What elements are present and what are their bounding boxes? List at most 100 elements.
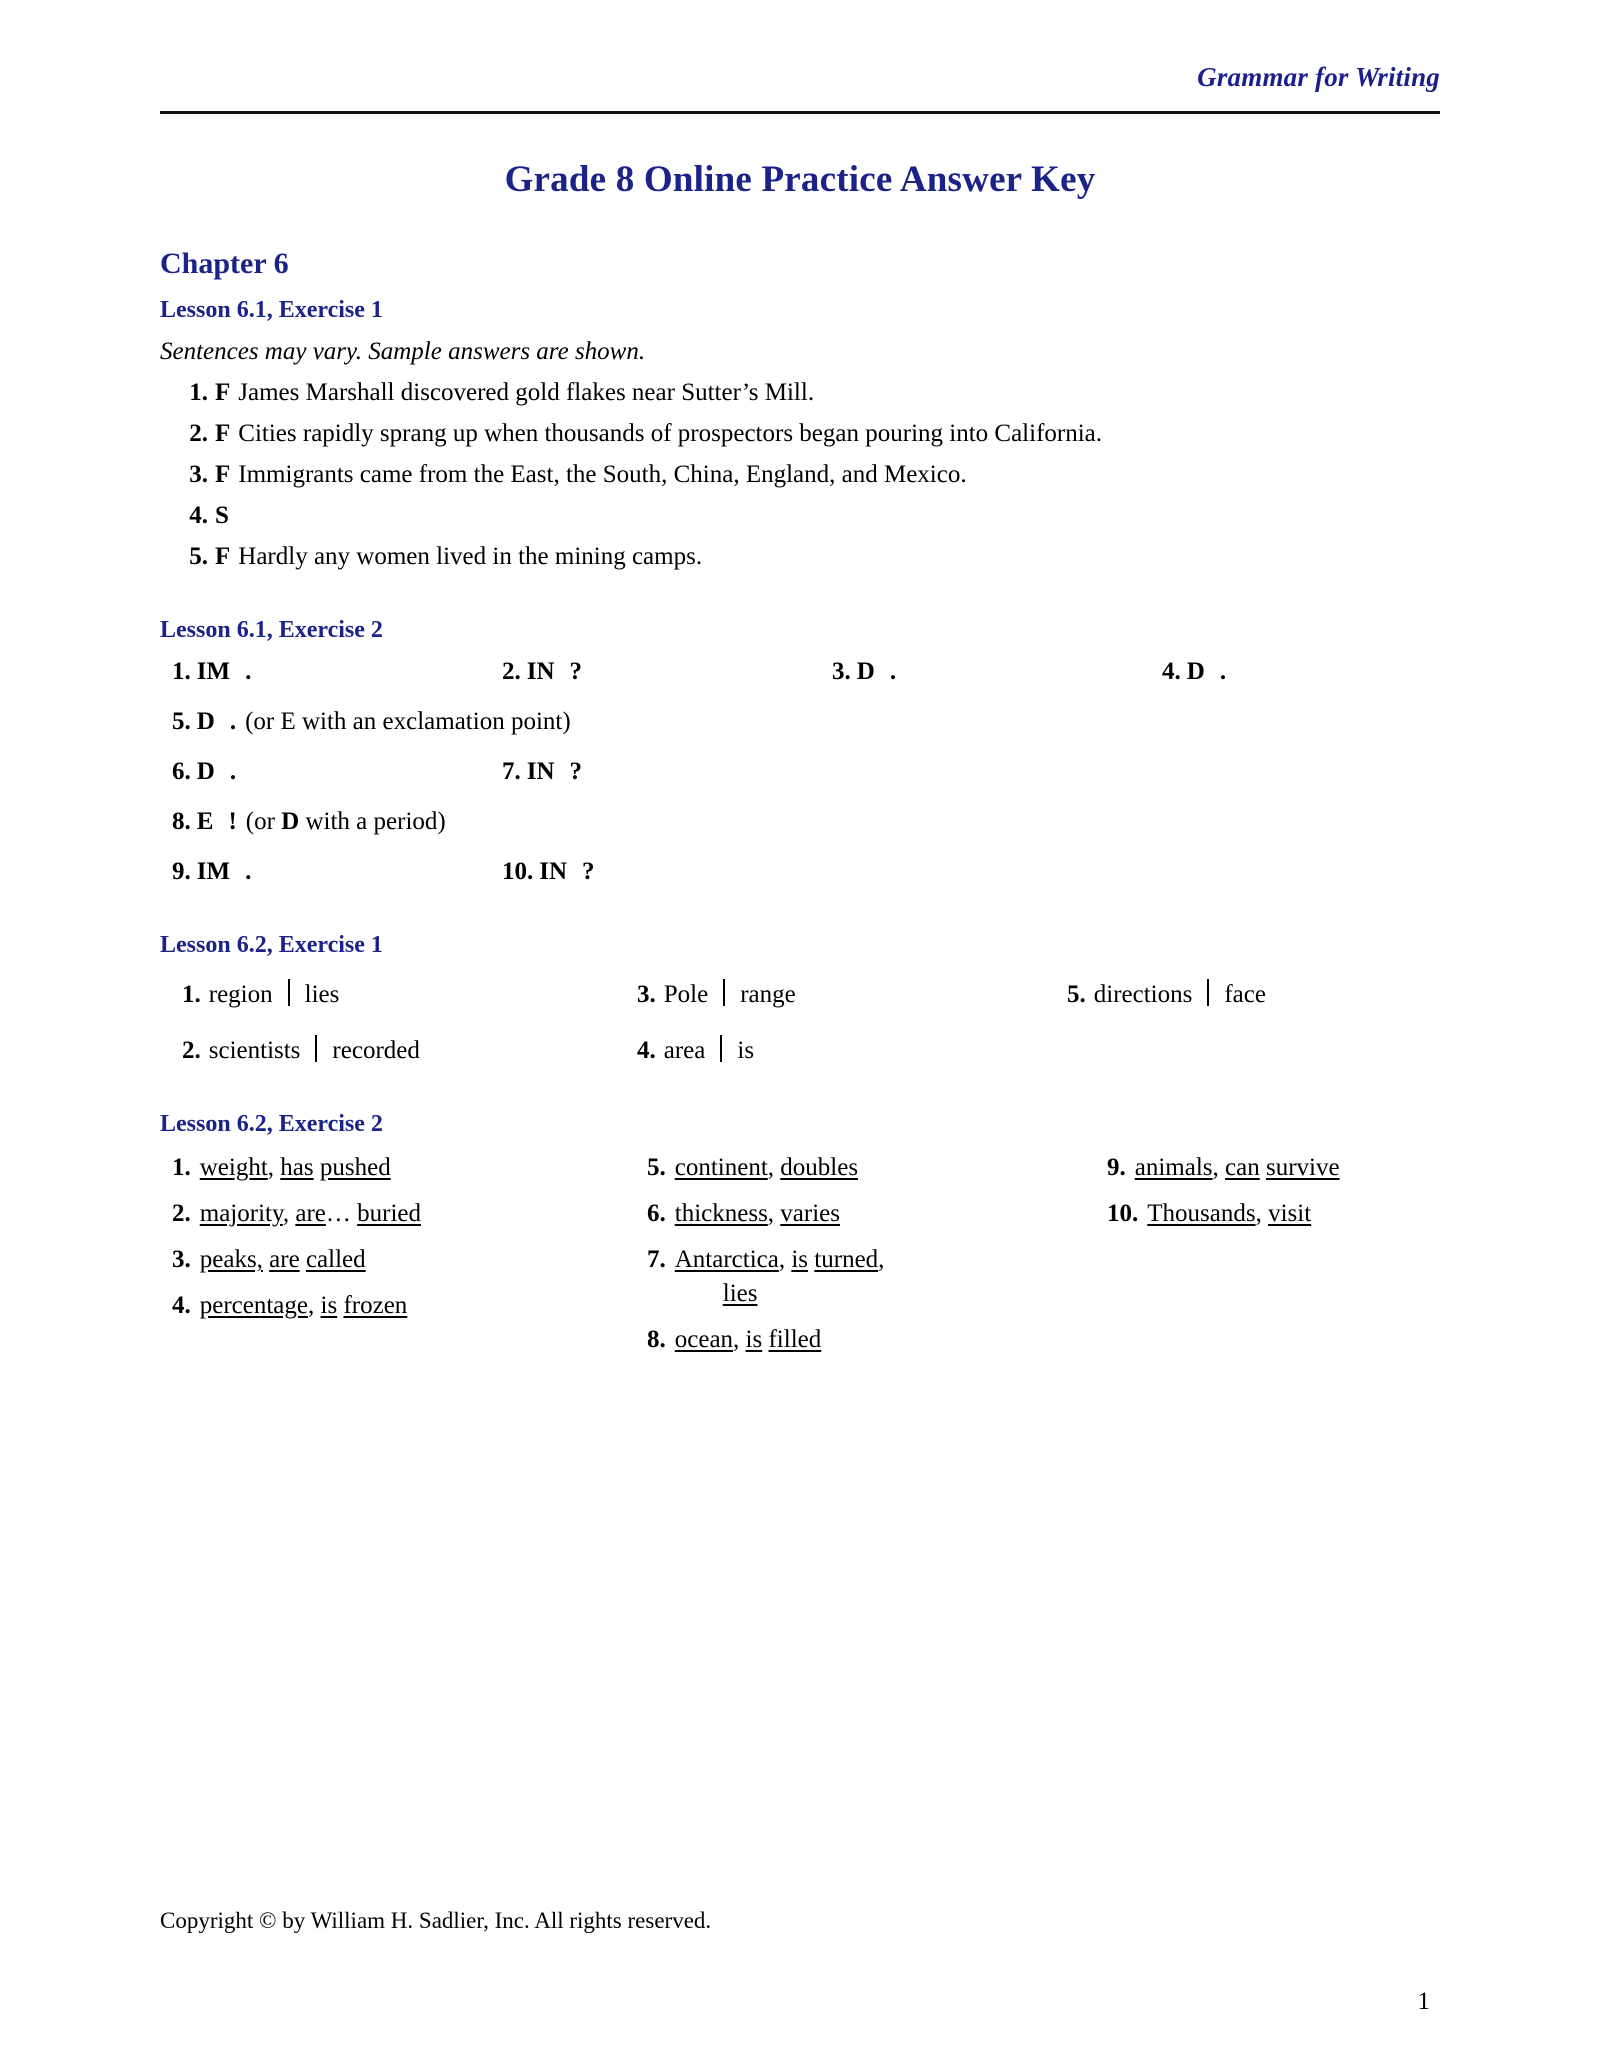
answer-word: survive xyxy=(1265,1154,1340,1181)
item-punctuation: ? xyxy=(582,858,595,885)
answer-cell: 5. directions face xyxy=(1067,975,1266,1009)
lesson-heading-6-1-ex2: Lesson 6.1, Exercise 2 xyxy=(160,617,383,643)
answer-word: majority xyxy=(199,1200,283,1227)
answer-word: visit xyxy=(1268,1200,1312,1227)
item-answer: continent, doubles xyxy=(674,1154,859,1181)
item-number: 1. xyxy=(189,379,208,406)
answer-grid-row: 6. D . 7. IN ? xyxy=(172,758,1440,786)
item-sentence: James Marshall discovered gold flakes ne… xyxy=(238,379,815,406)
answer-word: pushed xyxy=(319,1154,391,1181)
vertical-separator-icon xyxy=(287,979,290,1006)
item-answer: majority, are… buried xyxy=(199,1200,421,1227)
page-title: Grade 8 Online Practice Answer Key xyxy=(504,159,1096,200)
answer-word: ocean xyxy=(674,1326,734,1353)
answer-word: thickness xyxy=(674,1200,768,1227)
item-number: 4. xyxy=(637,1037,656,1064)
note-code: D xyxy=(281,808,300,835)
answer-word: can xyxy=(1225,1154,1260,1181)
item-number: 3. xyxy=(189,461,208,488)
item-code: F xyxy=(215,461,231,488)
vertical-separator-icon xyxy=(1207,979,1210,1006)
answer-cell: 2. IN ? xyxy=(502,658,832,686)
note-text-a: (or xyxy=(245,808,282,835)
item-punctuation: . xyxy=(1219,658,1227,685)
item-punctuation: ? xyxy=(569,758,583,785)
lesson-heading-6-2-ex1: Lesson 6.2, Exercise 1 xyxy=(160,932,383,958)
answer-cell: 4. area is xyxy=(637,1031,1067,1065)
answer-grid-row: 8. E ! (or D with a period) xyxy=(172,808,1440,836)
answer-cell: 8. E ! (or D with a period) xyxy=(172,808,446,836)
item-number: 7. xyxy=(647,1246,666,1273)
answer-item: 5. F Hardly any women lived in the minin… xyxy=(182,543,1440,571)
answer-item: 10. Thousands, visit xyxy=(1107,1200,1340,1228)
item-number: 10. xyxy=(502,858,534,885)
page-number: 1 xyxy=(1417,1988,1431,2015)
vertical-separator-icon xyxy=(315,1035,318,1062)
answer-word: lies xyxy=(722,1280,758,1307)
ellipsis: … xyxy=(325,1200,351,1227)
item-answer: weight, has pushed xyxy=(199,1154,391,1181)
answer-word: is xyxy=(745,1326,763,1353)
item-code: F xyxy=(215,379,231,406)
answer-grid-6-2-ex1: 1. region lies 3. Pole range 5. directio… xyxy=(160,975,1440,1065)
answer-column-right: 9. animals, can survive 10. Thousands, v… xyxy=(1107,1154,1340,1354)
answer-cell: 1. IM . xyxy=(172,658,502,686)
item-number: 2. xyxy=(502,658,521,685)
item-number: 1. xyxy=(172,1154,191,1181)
item-code: D xyxy=(856,658,875,685)
answer-grid-row: 5. D . (or E with an exclamation point) xyxy=(172,708,1440,736)
item-punctuation: . xyxy=(245,858,252,885)
item-number: 7. xyxy=(502,758,521,785)
item-number: 10. xyxy=(1107,1200,1139,1227)
answer-word: Thousands xyxy=(1147,1200,1256,1227)
answer-item: 9. animals, can survive xyxy=(1107,1154,1340,1182)
item-sentence: Cities rapidly sprang up when thousands … xyxy=(238,420,1103,447)
item-sentence: Hardly any women lived in the mining cam… xyxy=(238,543,703,570)
answer-list-6-1-ex1: 1. F James Marshall discovered gold flak… xyxy=(160,379,1440,571)
answer-column-left: 1. weight, has pushed 2. majority, are… … xyxy=(172,1154,647,1354)
answer-item: 3. F Immigrants came from the East, the … xyxy=(182,461,1440,489)
copyright-notice: Copyright © by William H. Sadlier, Inc. … xyxy=(160,1908,712,1933)
item-punctuation: . xyxy=(229,758,237,785)
answer-cell: 2. scientists recorded xyxy=(182,1031,637,1065)
item-answer: ocean, is filled xyxy=(674,1326,822,1353)
answer-cell: 3. D . xyxy=(832,658,1162,686)
answer-grid-row: 1. region lies 3. Pole range 5. directio… xyxy=(182,975,1440,1009)
answer-word: peaks, xyxy=(199,1246,263,1273)
item-code: S xyxy=(215,502,229,529)
answer-word: is xyxy=(791,1246,809,1273)
answer-item: 2. majority, are… buried xyxy=(172,1200,647,1228)
item-alternate-note: (or D with a period) xyxy=(246,808,446,836)
item-answer: Antarctica, is turned, lies xyxy=(675,1246,1107,1308)
sample-answers-note: Sentences may vary. Sample answers are s… xyxy=(160,338,646,365)
predicate-word: is xyxy=(737,1037,755,1064)
answer-word: continent xyxy=(674,1154,768,1181)
item-answer: percentage, is frozen xyxy=(199,1292,408,1319)
item-number: 2. xyxy=(172,1200,191,1227)
answer-grid-6-2-ex2: 1. weight, has pushed 2. majority, are… … xyxy=(160,1154,1440,1354)
answer-cell: 9. IM . xyxy=(172,858,502,886)
item-number: 5. xyxy=(1067,981,1086,1008)
answer-grid-6-1-ex2: 1. IM . 2. IN ? 3. D . 4. D . 5. D . (or… xyxy=(160,658,1440,886)
answer-cell: 3. Pole range xyxy=(637,975,1067,1009)
lesson-heading-6-1-ex1: Lesson 6.1, Exercise 1 xyxy=(160,297,383,323)
item-answer-continued: lies xyxy=(675,1280,1107,1308)
item-punctuation: ? xyxy=(569,658,583,685)
answer-word: has xyxy=(280,1154,314,1181)
item-number: 4. xyxy=(1162,658,1181,685)
item-code: F xyxy=(215,543,231,570)
item-number: 1. xyxy=(172,658,191,685)
answer-item: 2. F Cities rapidly sprang up when thous… xyxy=(182,420,1440,448)
answer-word: buried xyxy=(357,1200,421,1227)
answer-item: 6. thickness, varies xyxy=(647,1200,1107,1228)
item-number: 8. xyxy=(647,1326,666,1353)
answer-word: filled xyxy=(768,1326,822,1353)
item-code: IM xyxy=(196,858,231,885)
answer-word: varies xyxy=(780,1200,840,1227)
item-number: 3. xyxy=(637,981,656,1008)
answer-grid-row: 1. IM . 2. IN ? 3. D . 4. D . xyxy=(172,658,1440,686)
item-number: 5. xyxy=(172,708,191,735)
document-page: Grammar for Writing Grade 8 Online Pract… xyxy=(0,0,1600,2070)
note-text-b: with a period) xyxy=(299,808,446,835)
item-number: 8. xyxy=(172,808,191,835)
